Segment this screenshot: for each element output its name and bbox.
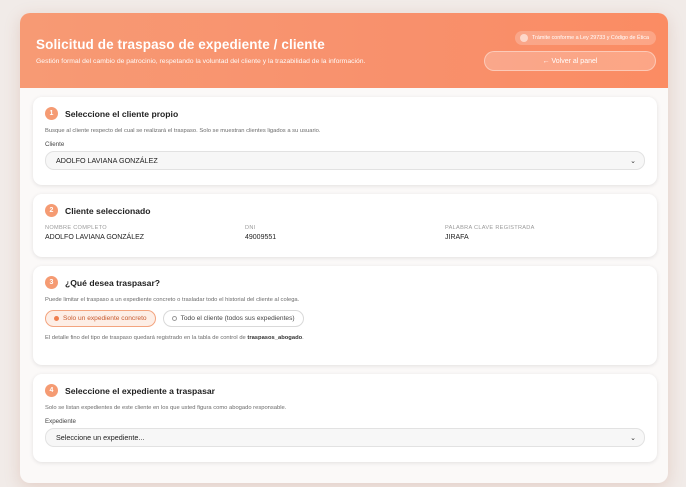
step-number: 3	[45, 276, 58, 289]
step-number: 2	[45, 204, 58, 217]
step-4-card: 4 Seleccione el expediente a traspasar S…	[33, 374, 657, 462]
client-select-value: ADOLFO LAVIANA GONZÁLEZ	[56, 156, 158, 165]
client-field-label: Cliente	[45, 141, 65, 148]
badge-text: Trámite conforme a Ley 29733 y Código de…	[532, 35, 649, 41]
file-select-value: Seleccione un expediente...	[56, 433, 145, 442]
chevron-down-icon: ⌄	[630, 434, 636, 442]
detail-fullname: NOMBRE COMPLETO ADOLFO LAVIANA GONZÁLEZ	[45, 225, 145, 241]
detail-dni: DNI 49009551	[245, 225, 277, 241]
step-3-card: 3 ¿Qué desea traspasar? Puede limitar el…	[33, 266, 657, 365]
client-details: NOMBRE COMPLETO ADOLFO LAVIANA GONZÁLEZ …	[45, 225, 645, 241]
step-help: Puede limitar el traspaso a un expedient…	[45, 297, 300, 303]
detail-keyword: PALABRA CLAVE REGISTRADA JIRAFA	[445, 225, 535, 241]
back-to-panel-button[interactable]: ← Volver al panel	[484, 51, 656, 71]
file-select[interactable]: Seleccione un expediente... ⌄	[45, 428, 645, 447]
file-field-label: Expediente	[45, 418, 76, 425]
compliance-badge: Trámite conforme a Ley 29733 y Código de…	[515, 31, 656, 45]
step-1-card: 1 Seleccione el cliente propio Busque al…	[33, 97, 657, 185]
step-help: Solo se listan expedientes de este clien…	[45, 405, 287, 411]
step-title: Seleccione el cliente propio	[65, 108, 179, 119]
option-whole-client[interactable]: Todo el cliente (todos sus expedientes)	[162, 310, 304, 327]
step-title: Cliente seleccionado	[65, 205, 151, 216]
main-panel: Solicitud de traspaso de expediente / cl…	[20, 13, 668, 483]
step-number: 1	[45, 107, 58, 120]
step-number: 4	[45, 384, 58, 397]
option-single-file[interactable]: Solo un expediente concreto	[45, 310, 156, 327]
step-title: ¿Qué desea traspasar?	[65, 277, 161, 288]
step-2-card: 2 Cliente seleccionado NOMBRE COMPLETO A…	[33, 194, 657, 257]
badge-icon	[520, 34, 529, 42]
step-help: Busque al cliente respecto del cual se r…	[45, 128, 321, 134]
radio-selected-icon	[54, 316, 59, 321]
transfer-note: El detalle fino del tipo de traspaso que…	[45, 335, 304, 341]
radio-unselected-icon	[171, 316, 177, 321]
transfer-type-options: Solo un expediente concreto Todo el clie…	[45, 310, 645, 327]
step-title: Seleccione el expediente a traspasar	[65, 385, 215, 396]
header-banner: Solicitud de traspaso de expediente / cl…	[20, 13, 668, 88]
chevron-down-icon: ⌄	[630, 157, 636, 165]
client-select[interactable]: ADOLFO LAVIANA GONZÁLEZ ⌄	[45, 151, 645, 170]
